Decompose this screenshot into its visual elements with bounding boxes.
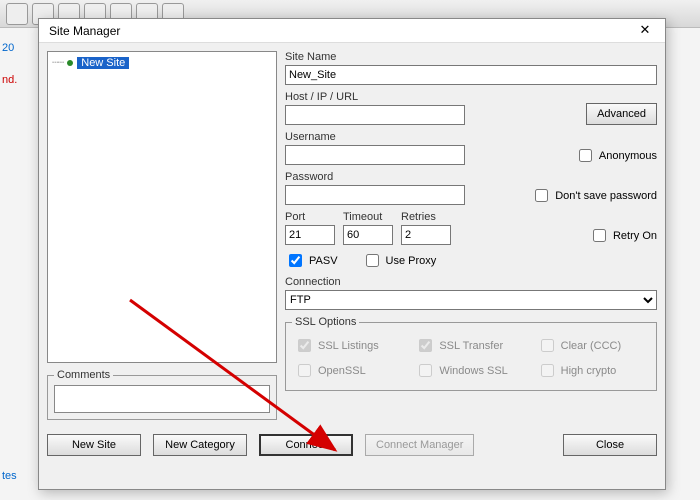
site-status-icon xyxy=(67,60,73,66)
ssl-highcrypto-checkbox-input xyxy=(541,364,554,377)
ssl-clear-label: Clear (CCC) xyxy=(561,340,622,352)
ssl-listings-label: SSL Listings xyxy=(318,340,379,352)
port-input[interactable] xyxy=(285,225,335,245)
password-label: Password xyxy=(285,171,523,183)
connection-label: Connection xyxy=(285,276,657,288)
advanced-button[interactable]: Advanced xyxy=(586,103,657,125)
ssl-highcrypto-label: High crypto xyxy=(561,365,617,377)
anonymous-checkbox[interactable]: Anonymous xyxy=(575,146,657,165)
ssl-winssl-checkbox-input xyxy=(419,364,432,377)
retries-label: Retries xyxy=(401,211,451,223)
ssl-highcrypto-checkbox: High crypto xyxy=(537,361,648,380)
port-label: Port xyxy=(285,211,335,223)
ssl-openssl-checkbox: OpenSSL xyxy=(294,361,405,380)
ssl-listings-checkbox-input xyxy=(298,339,311,352)
anonymous-label: Anonymous xyxy=(599,150,657,162)
tree-connector-icon: ┄┄ xyxy=(52,56,63,69)
ssl-listings-checkbox: SSL Listings xyxy=(294,336,405,355)
retry-on-label: Retry On xyxy=(613,230,657,242)
ssl-winssl-label: Windows SSL xyxy=(439,365,507,377)
ssl-transfer-label: SSL Transfer xyxy=(439,340,503,352)
use-proxy-checkbox-input[interactable] xyxy=(366,254,379,267)
pasv-checkbox[interactable]: PASV xyxy=(285,251,338,270)
host-label: Host / IP / URL xyxy=(285,91,578,103)
bg-text: tes xyxy=(2,470,17,482)
site-name-input[interactable] xyxy=(285,65,657,85)
ssl-winssl-checkbox: Windows SSL xyxy=(415,361,526,380)
retry-on-checkbox-input[interactable] xyxy=(593,229,606,242)
connect-manager-button: Connect Manager xyxy=(365,434,474,456)
ssl-openssl-checkbox-input xyxy=(298,364,311,377)
pasv-checkbox-input[interactable] xyxy=(289,254,302,267)
ssl-transfer-checkbox-input xyxy=(419,339,432,352)
site-name-label: Site Name xyxy=(285,51,657,63)
ssl-openssl-label: OpenSSL xyxy=(318,365,366,377)
dont-save-password-label: Don't save password xyxy=(555,190,657,202)
ssl-transfer-checkbox: SSL Transfer xyxy=(415,336,526,355)
dialog-title: Site Manager xyxy=(49,24,120,38)
retries-input[interactable] xyxy=(401,225,451,245)
tree-item[interactable]: ┄┄ New Site xyxy=(52,56,272,69)
dont-save-password-checkbox-input[interactable] xyxy=(535,189,548,202)
use-proxy-checkbox[interactable]: Use Proxy xyxy=(362,251,437,270)
username-input[interactable] xyxy=(285,145,465,165)
close-button[interactable]: Close xyxy=(563,434,657,456)
ssl-clear-checkbox: Clear (CCC) xyxy=(537,336,648,355)
retry-on-checkbox[interactable]: Retry On xyxy=(589,226,657,245)
timeout-label: Timeout xyxy=(343,211,393,223)
anonymous-checkbox-input[interactable] xyxy=(579,149,592,162)
connection-select[interactable]: FTP xyxy=(285,290,657,310)
pasv-label: PASV xyxy=(309,255,338,267)
comments-input[interactable] xyxy=(54,385,270,413)
titlebar[interactable]: Site Manager ✕ xyxy=(39,19,665,43)
timeout-input[interactable] xyxy=(343,225,393,245)
dialog-button-bar: New Site New Category Connect Connect Ma… xyxy=(39,428,665,462)
connect-button[interactable]: Connect xyxy=(259,434,353,456)
close-icon[interactable]: ✕ xyxy=(631,22,659,40)
new-site-button[interactable]: New Site xyxy=(47,434,141,456)
host-input[interactable] xyxy=(285,105,465,125)
use-proxy-label: Use Proxy xyxy=(386,255,437,267)
site-tree[interactable]: ┄┄ New Site xyxy=(47,51,277,363)
new-category-button[interactable]: New Category xyxy=(153,434,247,456)
username-label: Username xyxy=(285,131,567,143)
ssl-options-fieldset: SSL Options SSL Listings SSL Transfer Cl… xyxy=(285,316,657,391)
tree-item-label: New Site xyxy=(77,57,129,69)
site-manager-dialog: Site Manager ✕ ┄┄ New Site Comments Site… xyxy=(38,18,666,490)
ssl-options-legend: SSL Options xyxy=(292,316,359,328)
dont-save-password-checkbox[interactable]: Don't save password xyxy=(531,186,657,205)
bg-text: nd. xyxy=(2,74,17,86)
ssl-clear-checkbox-input xyxy=(541,339,554,352)
password-input[interactable] xyxy=(285,185,465,205)
comments-legend: Comments xyxy=(54,369,113,381)
bg-text: 20 xyxy=(2,42,14,54)
comments-fieldset: Comments xyxy=(47,369,277,420)
